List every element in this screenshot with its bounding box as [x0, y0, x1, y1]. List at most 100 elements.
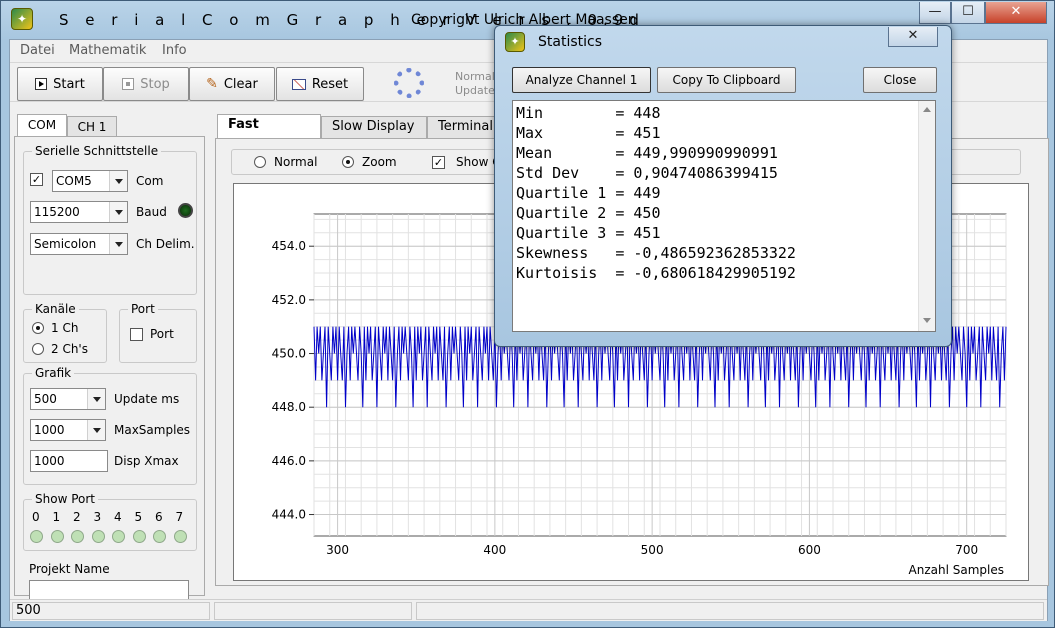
- baud-select[interactable]: 115200: [30, 201, 128, 223]
- show-checkbox[interactable]: ✓: [432, 156, 445, 169]
- port-pin-led-icon: [30, 530, 43, 543]
- port-group: Port Port: [119, 302, 197, 363]
- tab-ch1[interactable]: CH 1: [67, 116, 117, 138]
- maxsamples-value: 1000: [34, 423, 65, 437]
- stat-name: Min: [516, 104, 616, 122]
- chevron-down-icon: [87, 420, 105, 440]
- dialog-app-icon: ✦: [505, 32, 525, 52]
- stat-equals: =: [615, 204, 634, 222]
- baud-value: 115200: [34, 205, 80, 219]
- stat-row: Min = 448: [516, 103, 796, 123]
- status-pane-2: [214, 602, 412, 620]
- port-pins: 01234567: [30, 510, 194, 550]
- start-label: Start: [53, 76, 85, 92]
- port-legend: Port: [128, 302, 158, 316]
- x-tick-label: 300: [326, 543, 349, 557]
- port-pin-led-icon: [71, 530, 84, 543]
- x-axis-label: Anzahl Samples: [909, 563, 1004, 577]
- menu-mathematik[interactable]: Mathematik: [69, 43, 146, 58]
- menu-info[interactable]: Info: [162, 43, 187, 58]
- one-channel-radio[interactable]: [32, 322, 44, 334]
- two-channel-label: 2 Ch's: [51, 342, 88, 356]
- statistics-lines: Min = 448 Max = 451 Mean = 449,99099099099…: [516, 103, 796, 283]
- update-info: Normal: Update: [455, 70, 499, 98]
- y-tick-label: 444.0: [272, 508, 306, 522]
- close-window-button[interactable]: ✕: [985, 2, 1047, 24]
- dialog-close-icon[interactable]: ✕: [888, 27, 938, 47]
- port-pin-led-icon: [91, 530, 105, 543]
- update-text: Update: [455, 84, 495, 97]
- channels-legend: Kanäle: [32, 302, 79, 316]
- dialog-title: Statistics: [538, 34, 602, 50]
- stat-name: Quartile 1: [516, 184, 616, 202]
- serial-legend: Serielle Schnittstelle: [32, 144, 162, 158]
- stat-equals: =: [615, 244, 634, 262]
- scroll-up-icon[interactable]: [923, 107, 931, 112]
- chevron-down-icon: [87, 389, 105, 409]
- normal-radio[interactable]: [254, 156, 266, 168]
- scroll-down-icon[interactable]: [923, 318, 931, 323]
- stat-name: Quartile 2: [516, 204, 616, 222]
- stat-row: Mean = 449,990990990991: [516, 143, 796, 163]
- maxsamples-select[interactable]: 1000: [30, 419, 106, 441]
- clear-button[interactable]: ✎ Clear: [189, 67, 275, 101]
- project-name-label: Projekt Name: [29, 562, 110, 576]
- tab-com[interactable]: COM: [17, 114, 67, 138]
- statistics-dialog[interactable]: ✦ Statistics ✕ Analyze Channel 1 Copy To…: [494, 25, 952, 347]
- channels-group: Kanäle 1 Ch 2 Ch's: [23, 302, 107, 363]
- port-pin-led-icon: [173, 530, 187, 543]
- stat-row: Quartile 1 = 449: [516, 183, 796, 203]
- one-channel-label: 1 Ch: [51, 321, 79, 335]
- y-tick-label: 452.0: [272, 293, 306, 307]
- minimize-button[interactable]: —: [919, 2, 951, 24]
- port-checkbox[interactable]: [130, 328, 143, 341]
- chevron-down-icon: [109, 234, 127, 254]
- stat-value: 0,90474086399415: [633, 164, 778, 182]
- stat-name: Quartile 3: [516, 224, 616, 242]
- close-button[interactable]: Close: [863, 67, 937, 93]
- zoom-radio[interactable]: [342, 156, 354, 168]
- update-ms-value: 500: [34, 392, 57, 406]
- stat-equals: =: [615, 164, 634, 182]
- port-pin-label: 5: [134, 510, 143, 524]
- reset-button[interactable]: Reset: [276, 67, 364, 101]
- port-pin-label: 4: [114, 510, 122, 524]
- status-pane-1: 500: [12, 602, 210, 620]
- stat-equals: =: [615, 184, 634, 202]
- stat-value: -0,680618429905192: [633, 264, 796, 282]
- port-label: Port: [150, 327, 174, 341]
- tab-fast-display[interactable]: Fast Display: [217, 114, 321, 152]
- menu-datei[interactable]: Datei: [20, 43, 55, 58]
- update-ms-select[interactable]: 500: [30, 388, 106, 410]
- copy-clipboard-button[interactable]: Copy To Clipboard: [657, 67, 796, 93]
- chevron-down-icon: [109, 171, 127, 191]
- statistics-textbox[interactable]: Min = 448 Max = 451 Mean = 449,99099099099…: [512, 100, 936, 332]
- tab-slow-display[interactable]: Slow Display: [321, 116, 427, 138]
- delimiter-select[interactable]: Semicolon: [30, 233, 128, 255]
- stat-equals: =: [615, 144, 634, 162]
- two-channel-radio[interactable]: [32, 343, 44, 355]
- normal-label: Normal: [274, 155, 318, 169]
- stat-name: Mean: [516, 144, 616, 162]
- maximize-button[interactable]: ☐: [951, 2, 985, 24]
- busy-spinner-icon: [394, 68, 424, 98]
- stat-row: Skewness = -0,486592362853322: [516, 243, 796, 263]
- stat-row: Quartile 2 = 450: [516, 203, 796, 223]
- status-bar: 500: [10, 599, 1047, 621]
- disp-xmax-input[interactable]: 1000: [30, 450, 108, 472]
- com-port-value: COM5: [56, 174, 92, 188]
- start-button[interactable]: Start: [17, 67, 103, 101]
- com-port-select[interactable]: COM5: [52, 170, 128, 192]
- stop-button[interactable]: Stop: [103, 67, 189, 101]
- vertical-scrollbar[interactable]: [918, 101, 935, 331]
- analyze-channel-button[interactable]: Analyze Channel 1: [512, 67, 651, 93]
- stat-row: Max = 451: [516, 123, 796, 143]
- port-pin-label: 3: [93, 510, 102, 524]
- port-pin-led-icon: [112, 530, 125, 543]
- baud-label: Baud: [136, 205, 167, 219]
- com-enable-checkbox[interactable]: ✓: [30, 173, 43, 186]
- tab-terminal[interactable]: Terminal: [427, 116, 501, 138]
- port-pin-led-icon: [50, 530, 64, 543]
- app-icon: ✦: [11, 8, 33, 30]
- stat-value: -0,486592362853322: [633, 244, 796, 262]
